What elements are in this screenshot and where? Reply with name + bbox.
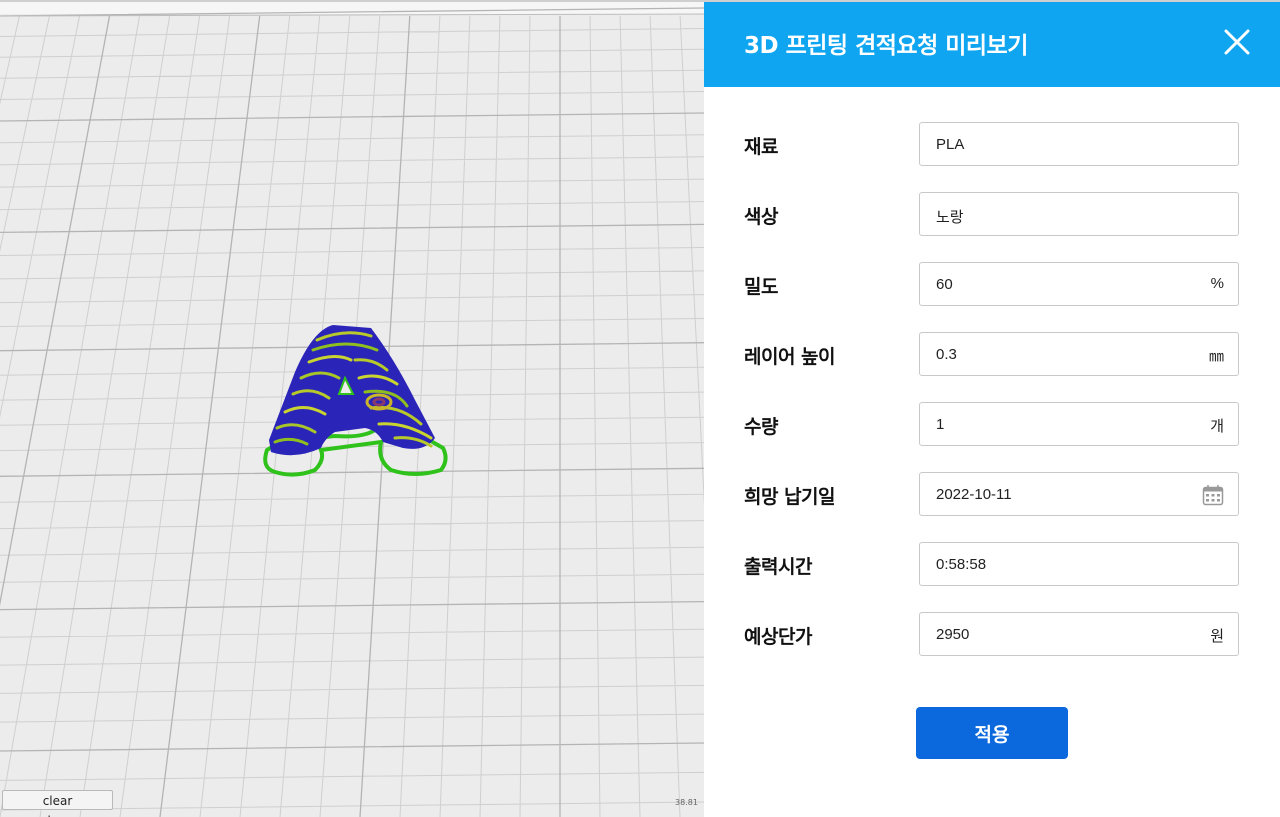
estimated-price-field[interactable]: 2950 원 <box>919 612 1239 656</box>
field-label-material: 재료 <box>744 136 778 158</box>
panel-header: 3D 프린팅 견적요청 미리보기 <box>704 2 1280 87</box>
layer-height-value: 0.3 <box>936 346 957 363</box>
calendar-icon[interactable] <box>1202 484 1224 506</box>
panel-title: 3D 프린팅 견적요청 미리보기 <box>744 33 1028 59</box>
clear-workspace-button[interactable]: clear workspace <box>2 790 113 817</box>
field-label-estimated-price: 예상단가 <box>744 626 812 648</box>
field-label-due-date: 희망 납기일 <box>744 486 836 508</box>
field-label-quantity: 수량 <box>744 416 778 438</box>
estimated-price-unit: 원 <box>1210 628 1224 645</box>
density-value: 60 <box>936 276 953 293</box>
layer-height-unit: ㎜ <box>1208 348 1224 365</box>
quote-preview-panel: 3D 프린팅 견적요청 미리보기 재료 PLA 색상 노랑 밀도 60 % 레이… <box>704 2 1280 817</box>
material-value: PLA <box>936 136 965 153</box>
color-field[interactable]: 노랑 <box>919 192 1239 236</box>
3d-model-letter-a[interactable] <box>255 320 455 485</box>
3d-viewport[interactable]: clear workspace 38.81 <box>0 2 704 817</box>
print-time-value: 0:58:58 <box>936 556 987 573</box>
close-icon[interactable] <box>1222 27 1252 57</box>
due-date-value: 2022-10-11 <box>936 486 1012 503</box>
field-label-layer-height: 레이어 높이 <box>744 346 836 368</box>
field-label-print-time: 출력시간 <box>744 556 812 578</box>
apply-button[interactable]: 적용 <box>916 707 1068 759</box>
density-unit: % <box>1210 275 1224 292</box>
field-label-color: 색상 <box>744 206 778 228</box>
print-time-field[interactable]: 0:58:58 <box>919 542 1239 586</box>
color-value: 노랑 <box>936 209 964 226</box>
density-field[interactable]: 60 % <box>919 262 1239 306</box>
due-date-field[interactable]: 2022-10-11 <box>919 472 1239 516</box>
material-field[interactable]: PLA <box>919 122 1239 166</box>
quantity-field[interactable]: 1 개 <box>919 402 1239 446</box>
estimated-price-value: 2950 <box>936 626 970 643</box>
fps-readout: 38.81 <box>675 798 698 807</box>
field-label-density: 밀도 <box>744 276 778 298</box>
quantity-value: 1 <box>936 416 945 433</box>
quantity-unit: 개 <box>1210 418 1224 435</box>
layer-height-field[interactable]: 0.3 ㎜ <box>919 332 1239 376</box>
